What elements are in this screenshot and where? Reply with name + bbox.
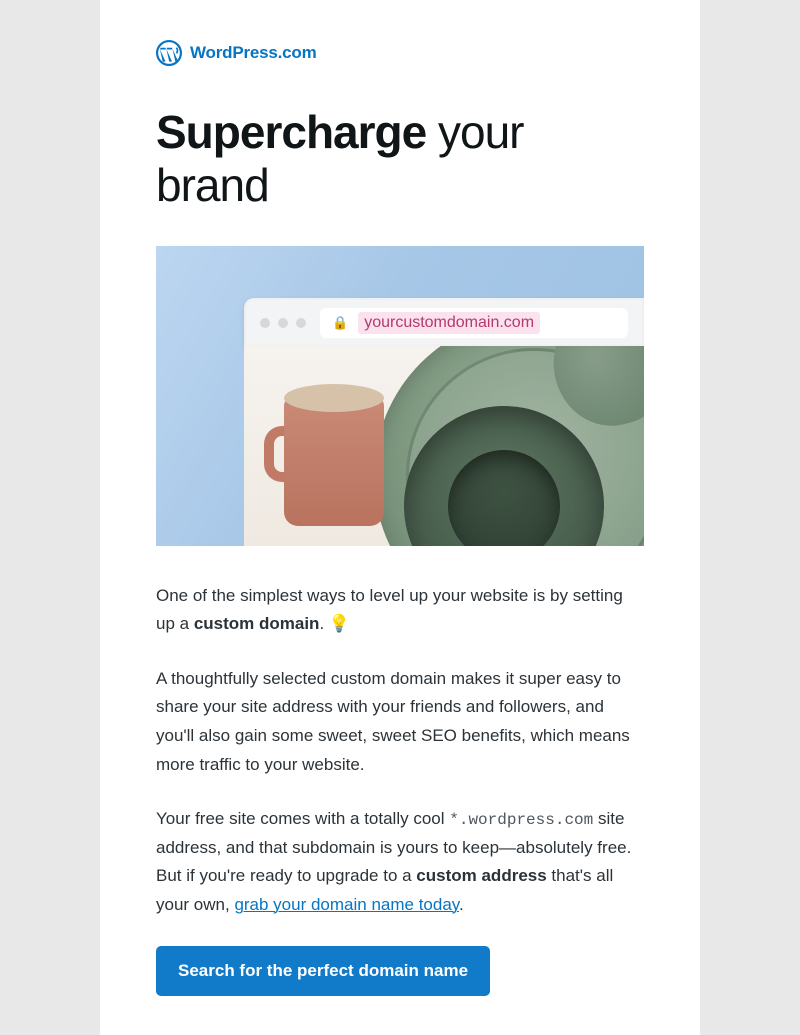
hero-photo <box>244 346 644 546</box>
search-domain-button[interactable]: Search for the perfect domain name <box>156 946 490 996</box>
paragraph-1: One of the simplest ways to level up you… <box>156 582 644 639</box>
traffic-light-dot <box>296 318 306 328</box>
subdomain-example: *.wordpress.com <box>449 811 593 829</box>
traffic-light-dot <box>278 318 288 328</box>
grab-domain-link[interactable]: grab your domain name today <box>234 895 459 914</box>
traffic-light-dot <box>260 318 270 328</box>
browser-chrome: 🔒 yourcustomdomain.com <box>244 298 644 348</box>
paragraph-2: A thoughtfully selected custom domain ma… <box>156 665 644 779</box>
paragraph-3: Your free site comes with a totally cool… <box>156 805 644 920</box>
page-title: Supercharge your brand <box>156 106 644 212</box>
window-controls <box>260 318 306 328</box>
headline-bold: Supercharge <box>156 106 426 158</box>
url-display: yourcustomdomain.com <box>358 312 540 334</box>
lock-icon: 🔒 <box>332 315 348 331</box>
wordpress-icon <box>156 40 182 66</box>
email-body: WordPress.com Supercharge your brand 🔒 y… <box>100 0 700 1035</box>
illustration-mug <box>274 376 394 526</box>
hero-image: 🔒 yourcustomdomain.com <box>156 246 644 546</box>
brand-name: WordPress.com <box>190 43 317 63</box>
address-bar: 🔒 yourcustomdomain.com <box>320 308 628 338</box>
brand-logo[interactable]: WordPress.com <box>156 40 644 66</box>
